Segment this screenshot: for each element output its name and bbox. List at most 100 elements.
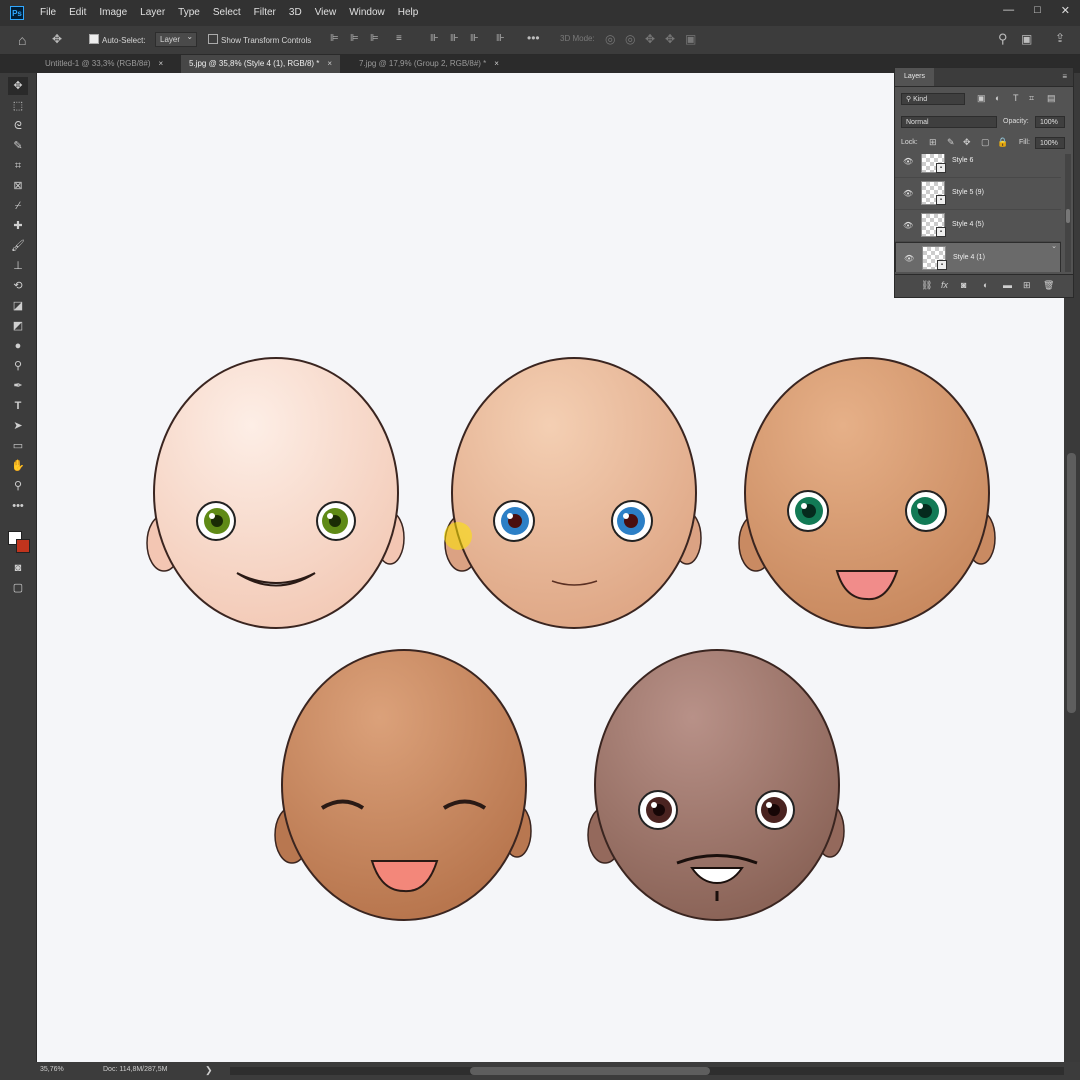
fill-field[interactable]: 100% (1035, 137, 1065, 149)
tab-5-jpg[interactable]: 5.jpg @ 35,8% (Style 4 (1), RGB/8) * × (181, 55, 341, 73)
show-transform-checkbox[interactable]: Show Transform Controls (208, 34, 311, 45)
eye-icon[interactable]: 👁 (904, 254, 914, 263)
type-tool-icon[interactable]: T (8, 397, 28, 415)
lock-pixels-icon[interactable]: ✎ (947, 137, 955, 148)
eye-icon[interactable]: 👁 (903, 189, 913, 198)
blur-tool-icon[interactable]: ● (8, 337, 28, 355)
eyedropper-tool-icon[interactable]: ⌿ (8, 197, 28, 215)
vertical-scroll-thumb[interactable] (1067, 453, 1076, 713)
add-mask-icon[interactable]: ◙ (961, 280, 966, 290)
edit-toolbar-icon[interactable]: ••• (8, 497, 28, 515)
crop-tool-icon[interactable]: ⌗ (8, 157, 28, 175)
healing-tool-icon[interactable]: ✚ (8, 217, 28, 235)
more-options-icon[interactable]: ••• (527, 31, 540, 45)
stamp-tool-icon[interactable]: ⊥ (8, 257, 28, 275)
menu-file[interactable]: File (40, 7, 56, 18)
pen-tool-icon[interactable]: ✒ (8, 377, 28, 395)
rectangle-tool-icon[interactable]: ▭ (8, 437, 28, 455)
layers-scrollbar[interactable] (1065, 154, 1071, 272)
adjustment-layer-icon[interactable]: ◐ (983, 280, 988, 290)
lock-position-icon[interactable]: ✥ (963, 137, 971, 148)
brush-tool-icon[interactable]: 🖌 (8, 237, 28, 255)
align-bottom-icon[interactable]: ⊪ (470, 33, 479, 44)
align-middle-icon[interactable]: ⊪ (450, 33, 459, 44)
distribute-v-icon[interactable]: ⊪ (496, 33, 505, 44)
status-menu-arrow[interactable]: ❯ (205, 1065, 213, 1076)
close-button[interactable]: ✕ (1061, 4, 1070, 17)
3d-scale-icon[interactable]: ▣ (685, 32, 696, 46)
frame-tool-icon[interactable]: ⊠ (8, 177, 28, 195)
layer-row-style-4-5[interactable]: 👁 ▪ Style 4 (5) (895, 210, 1061, 242)
close-icon[interactable]: × (327, 59, 332, 68)
menu-3d[interactable]: 3D (289, 7, 302, 18)
eye-icon[interactable]: 👁 (903, 221, 913, 230)
align-top-icon[interactable]: ⊪ (430, 33, 439, 44)
3d-orbit-icon[interactable]: ◎ (605, 32, 615, 46)
3d-slide-icon[interactable]: ✥ (665, 32, 675, 46)
marquee-tool-icon[interactable]: ⬚ (8, 97, 28, 115)
quick-select-tool-icon[interactable]: ✎ (8, 137, 28, 155)
3d-pan-icon[interactable]: ✥ (645, 32, 655, 46)
menu-window[interactable]: Window (349, 7, 385, 18)
align-right-icon[interactable]: ⊫ (370, 33, 379, 44)
close-icon[interactable]: × (159, 59, 164, 68)
lock-transparent-icon[interactable]: ⊞ (929, 137, 937, 148)
maximize-button[interactable]: □ (1034, 4, 1041, 17)
menu-help[interactable]: Help (398, 7, 419, 18)
horizontal-scroll-thumb[interactable] (470, 1067, 710, 1075)
new-group-icon[interactable]: ▬ (1003, 280, 1012, 290)
new-layer-icon[interactable]: ⊞ (1023, 280, 1031, 291)
menu-image[interactable]: Image (99, 7, 127, 18)
move-tool-icon[interactable]: ✥ (8, 77, 28, 95)
menu-filter[interactable]: Filter (254, 7, 276, 18)
filter-shape-icon[interactable]: ⌗ (1029, 93, 1034, 104)
move-tool-icon[interactable]: ✥ (52, 32, 62, 46)
panel-menu-icon[interactable]: ≡ (1062, 72, 1067, 81)
trash-icon[interactable]: 🗑 (1043, 280, 1054, 291)
menu-select[interactable]: Select (213, 7, 241, 18)
blend-mode-dropdown[interactable]: Normal (901, 116, 997, 128)
menu-layer[interactable]: Layer (140, 7, 165, 18)
layer-row-style-4-1[interactable]: 👁 ▪ Style 4 (1) (895, 242, 1061, 272)
auto-select-checkbox[interactable]: Auto-Select: (89, 34, 146, 45)
tab-7-jpg[interactable]: 7.jpg @ 17,9% (Group 2, RGB/8#) * × (351, 55, 507, 73)
quick-mask-icon[interactable]: ◙ (8, 559, 28, 577)
background-color-swatch[interactable] (16, 539, 30, 553)
link-layers-icon[interactable]: ⛓ (921, 280, 932, 291)
eye-icon[interactable]: 👁 (903, 157, 913, 166)
auto-select-target-dropdown[interactable]: Layer (155, 32, 198, 47)
dodge-tool-icon[interactable]: ⚲ (8, 357, 28, 375)
distribute-icon[interactable]: ≡ (396, 33, 402, 44)
screen-mode-icon[interactable]: ▢ (8, 579, 28, 597)
layer-row-style-5-9[interactable]: 👁 ▪ Style 5 (9) (895, 178, 1061, 210)
menu-edit[interactable]: Edit (69, 7, 86, 18)
share-icon[interactable]: ⇪ (1055, 31, 1065, 45)
filter-smart-icon[interactable]: ▤ (1047, 93, 1056, 104)
filter-pixel-icon[interactable]: ▣ (977, 93, 986, 104)
fx-icon[interactable]: fx (941, 280, 948, 290)
lasso-tool-icon[interactable]: ᘓ (8, 117, 28, 135)
zoom-tool-icon[interactable]: ⚲ (8, 477, 28, 495)
path-select-icon[interactable]: ➤ (8, 417, 28, 435)
3d-roll-icon[interactable]: ◎ (625, 32, 635, 46)
close-icon[interactable]: × (494, 59, 499, 68)
workspace-icon[interactable]: ▣ (1021, 32, 1032, 46)
layers-tab[interactable]: Layers (895, 68, 935, 86)
paint-bucket-icon[interactable]: ◩ (8, 317, 28, 335)
lock-all-icon[interactable]: 🔒 (997, 137, 1008, 148)
filter-type-icon[interactable]: T (1013, 93, 1019, 103)
filter-adjustment-icon[interactable]: ◐ (995, 93, 1000, 103)
eraser-tool-icon[interactable]: ◪ (8, 297, 28, 315)
lock-artboard-icon[interactable]: ▢ (981, 137, 990, 148)
menu-view[interactable]: View (315, 7, 337, 18)
hand-tool-icon[interactable]: ✋ (8, 457, 28, 475)
menu-type[interactable]: Type (178, 7, 200, 18)
align-left-icon[interactable]: ⊫ (330, 33, 339, 44)
tab-untitled-1[interactable]: Untitled-1 @ 33,3% (RGB/8#) × (37, 55, 171, 73)
home-icon[interactable]: ⌂ (18, 32, 26, 48)
opacity-field[interactable]: 100% (1035, 116, 1065, 128)
zoom-level[interactable]: 35,76% (40, 1066, 64, 1073)
history-brush-icon[interactable]: ⟲ (8, 277, 28, 295)
horizontal-scrollbar[interactable] (230, 1067, 1064, 1075)
align-center-icon[interactable]: ⊫ (350, 33, 359, 44)
